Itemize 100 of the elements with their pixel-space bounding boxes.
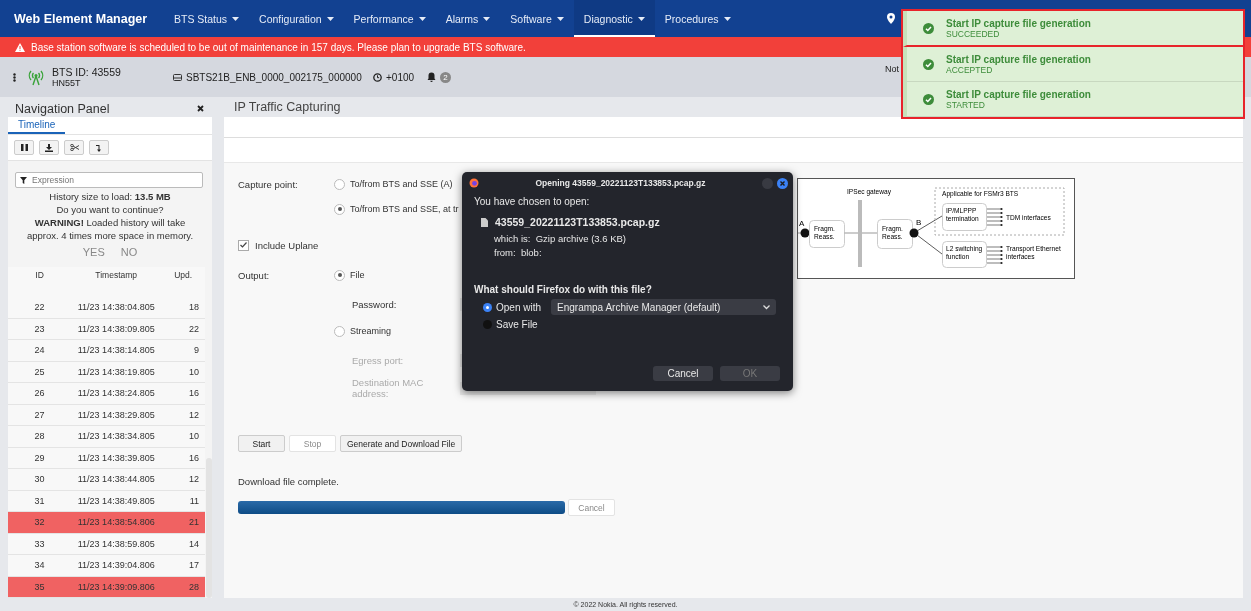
history-notice: Do you want to continue? [55, 203, 165, 216]
table-cell: 21 [161, 511, 205, 533]
table-cell: 11/23 14:38:34.805 [71, 425, 162, 447]
table-cell: 17 [161, 554, 205, 576]
close-icon[interactable] [197, 105, 204, 113]
dialog-button[interactable]: Cancel [653, 366, 713, 381]
table-cell: 11/23 14:38:09.805 [71, 318, 162, 340]
menu-item[interactable]: Procedures [654, 0, 741, 37]
table-cell: 11/23 14:38:29.805 [71, 404, 162, 426]
caret-icon [556, 16, 564, 21]
table-cell: 33 [8, 533, 72, 555]
table-cell: 11/23 14:38:14.805 [71, 339, 162, 361]
caret-icon [723, 16, 731, 21]
history-notice: History size to load: 13.5 MB [48, 190, 172, 203]
notification-status: SUCCEEDED [946, 28, 1000, 39]
table-cell: 30 [8, 468, 72, 490]
check-circle-icon [923, 93, 934, 105]
table-cell: 27 [8, 404, 72, 426]
notification-status: ACCEPTED [946, 64, 993, 75]
notification-title: Start IP capture file generation [946, 17, 1091, 29]
table-cell: 35 [8, 576, 72, 598]
antenna-icon [28, 68, 44, 86]
caret-icon [418, 16, 426, 21]
warning-icon [15, 42, 25, 52]
filter-field[interactable]: Expression [15, 172, 203, 188]
caret-icon [326, 16, 334, 21]
filter-icon [20, 177, 27, 184]
hard-drive-icon [173, 73, 182, 81]
checkbox[interactable] [238, 239, 249, 251]
radio-button[interactable] [483, 320, 492, 329]
alarm-count-badge: 2 [440, 71, 451, 83]
radio-button[interactable] [334, 203, 345, 215]
menu-item[interactable]: Software [500, 0, 574, 37]
dialog-text: You have chosen to open: [474, 196, 591, 207]
bell-icon[interactable] [427, 72, 436, 82]
location-pin-icon[interactable] [887, 13, 895, 24]
table-cell: 22 [8, 297, 72, 318]
action-button[interactable]: Generate and Download File [340, 435, 463, 452]
table-cell: 11/23 14:38:49.805 [71, 490, 162, 512]
table-cell: 28 [161, 576, 205, 598]
scrollbar[interactable] [206, 458, 212, 598]
table-cell: 11/23 14:39:04.806 [71, 554, 162, 576]
menu-item[interactable]: BTS Status [164, 0, 250, 37]
table-cell: 24 [8, 339, 72, 361]
menu-item[interactable]: Diagnostic [573, 0, 655, 37]
radio-button[interactable] [483, 302, 492, 312]
pause-icon [20, 144, 28, 151]
scissors-button[interactable] [64, 140, 84, 155]
connector-line [916, 215, 943, 255]
table-cell: 16 [161, 447, 205, 469]
interface-lines [986, 207, 1003, 227]
dialog-title: Opening 43559_20221123T133853.pcap.gz [534, 178, 707, 188]
file-type: which is: Gzip archive (3.6 KB) [494, 232, 627, 246]
option-label: Streaming [350, 326, 392, 336]
table-cell: 11/23 14:39:09.806 [71, 576, 162, 598]
bts-id: BTS ID: 43559 [52, 66, 122, 78]
radio-button[interactable] [334, 269, 345, 281]
field-label: Destination MAC address: [352, 377, 425, 399]
clock-icon [373, 72, 382, 82]
option-label: To/from BTS and SSE (A) [350, 179, 453, 189]
maintenance-warning: Base station software is scheduled to be out of maintenance in 157 days. Please plan to upgrade BTS software. [31, 41, 526, 53]
table-cell: 34 [8, 554, 72, 576]
page-title: IP Traffic Capturing [234, 100, 341, 114]
download-icon [45, 143, 53, 152]
status-text: Not [885, 64, 899, 74]
application-dropdown[interactable]: Engrampa Archive Manager (default) [551, 299, 777, 315]
menu-item[interactable]: Performance [343, 0, 436, 37]
point-dot [800, 228, 810, 238]
pause-button[interactable] [14, 140, 34, 155]
panel-title: Navigation Panel [15, 101, 110, 116]
radio-button[interactable] [334, 178, 345, 190]
software-version: SBTS21B_ENB_0000_002175_000000 [186, 71, 362, 83]
menu-item[interactable]: Configuration [249, 0, 344, 37]
field-label: Capture point: [238, 178, 299, 190]
scissors-icon [69, 144, 79, 151]
action-button[interactable]: Start [238, 435, 285, 452]
table-cell: 25 [8, 361, 72, 383]
option-label: Save File [496, 319, 538, 330]
firefox-icon [469, 178, 479, 188]
download-button[interactable] [39, 140, 59, 155]
connector-line [844, 232, 878, 234]
table-cell: 10 [161, 425, 205, 447]
radio-button[interactable] [334, 325, 345, 337]
file-name: 43559_20221123T133853.pcap.gz [495, 216, 660, 228]
chevron-icon [763, 304, 771, 310]
point-label: A [799, 219, 805, 228]
table-cell: 10 [161, 361, 205, 383]
notification-title: Start IP capture file generation [946, 53, 1091, 65]
table-cell: 11/23 14:38:44.805 [71, 468, 162, 490]
table-cell: 23 [8, 318, 72, 340]
column-header: Upd. [174, 270, 193, 280]
menu-item[interactable]: Alarms [435, 0, 501, 37]
notification-title: Start IP capture file generation [946, 88, 1091, 100]
check-circle-icon [923, 58, 934, 70]
table-cell: 18 [161, 297, 205, 318]
field-label: Password: [352, 298, 398, 310]
arrow-button[interactable] [89, 140, 109, 155]
timezone-offset: +0100 [386, 71, 415, 83]
kebab-menu-icon[interactable] [13, 72, 16, 82]
table-cell: 16 [161, 382, 205, 404]
